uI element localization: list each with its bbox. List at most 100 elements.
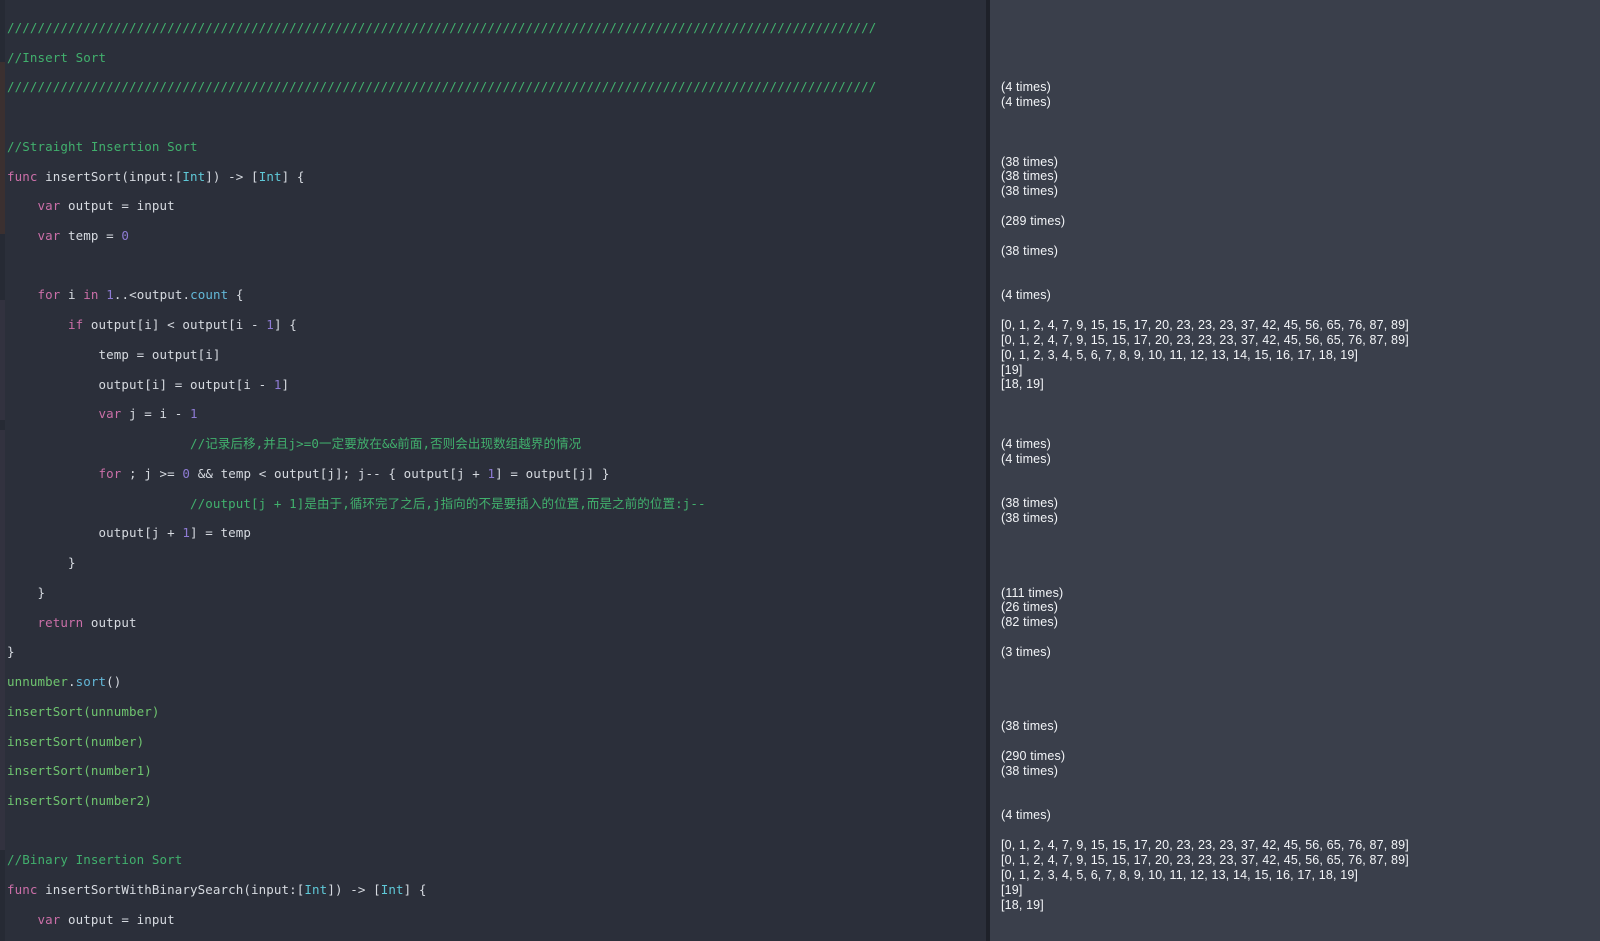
result-row[interactable]: (4 times) [1001, 95, 1409, 110]
result-row[interactable]: (38 times) [1001, 496, 1409, 511]
result-row[interactable]: (26 times) [1001, 600, 1409, 615]
result-value: (82 times) [1001, 615, 1059, 630]
result-row-empty [1001, 36, 1409, 51]
result-row[interactable]: [18, 19] [1001, 898, 1409, 913]
result-row[interactable]: (82 times) [1001, 615, 1409, 630]
result-row-empty [1001, 303, 1409, 318]
code-line: func insertSortWithBinarySearch(input:[I… [7, 882, 427, 898]
result-row[interactable]: [0, 1, 2, 3, 4, 5, 6, 7, 8, 9, 10, 11, 1… [1001, 868, 1409, 883]
result-row-empty [1001, 690, 1409, 705]
result-row[interactable]: (38 times) [1001, 244, 1409, 259]
source-code-editor[interactable]: ////////////////////////////////////////… [0, 0, 986, 941]
result-value: (4 times) [1001, 288, 1051, 303]
result-value: (38 times) [1001, 243, 1059, 258]
result-row-empty [1001, 273, 1409, 288]
result-value: (38 times) [1001, 496, 1059, 511]
result-row-empty [1001, 422, 1409, 437]
result-value: [0, 1, 2, 4, 7, 9, 15, 15, 17, 20, 23, 2… [1001, 332, 1409, 347]
result-value: (4 times) [1001, 95, 1051, 110]
editor-gutter[interactable] [0, 0, 5, 941]
result-row[interactable]: (3 times) [1001, 645, 1409, 660]
line-comment: ////////////////////////////////////////… [7, 79, 877, 95]
code-line: if output[i] < output[i - 1] { [68, 317, 297, 333]
result-row-empty [1001, 526, 1409, 541]
result-row[interactable]: (4 times) [1001, 437, 1409, 452]
playground-results-sidebar[interactable]: (4 times) (4 times) (38 times) (38 times)(… [990, 0, 1600, 941]
line-comment: //Insert Sort [7, 49, 107, 65]
result-row[interactable]: (289 times) [1001, 214, 1409, 229]
result-value: (4 times) [1001, 80, 1051, 95]
result-row-empty [1001, 779, 1409, 794]
result-row-empty [1001, 199, 1409, 214]
result-row[interactable]: [19] [1001, 363, 1409, 378]
code-line: for ; j >= 0 && temp < output[j]; j-- { … [98, 465, 610, 481]
result-value: [0, 1, 2, 4, 7, 9, 15, 15, 17, 20, 23, 2… [1001, 838, 1409, 853]
result-row[interactable]: (4 times) [1001, 452, 1409, 467]
result-row[interactable]: [0, 1, 2, 3, 4, 5, 6, 7, 8, 9, 10, 11, 1… [1001, 348, 1409, 363]
result-row-empty [1001, 541, 1409, 556]
result-row[interactable]: (38 times) [1001, 719, 1409, 734]
result-row[interactable]: (38 times) [1001, 184, 1409, 199]
result-row[interactable]: [0, 1, 2, 4, 7, 9, 15, 15, 17, 20, 23, 2… [1001, 838, 1409, 853]
result-value: (3 times) [1001, 644, 1051, 659]
result-row[interactable]: (290 times) [1001, 749, 1409, 764]
result-value: (289 times) [1001, 214, 1066, 229]
code-text[interactable]: ////////////////////////////////////////… [7, 6, 876, 941]
result-row-empty [1001, 6, 1409, 21]
result-row[interactable]: [19] [1001, 883, 1409, 898]
result-row-empty [1001, 110, 1409, 125]
result-value: [19] [1001, 362, 1023, 377]
result-value: [0, 1, 2, 4, 7, 9, 15, 15, 17, 20, 23, 2… [1001, 318, 1409, 333]
code-line: output[j + 1] = temp [7, 525, 252, 541]
result-row[interactable]: (38 times) [1001, 511, 1409, 526]
result-row-empty [1001, 571, 1409, 586]
result-row-empty [1001, 51, 1409, 66]
line-comment: //Straight Insertion Sort [7, 138, 198, 154]
result-row-empty [1001, 140, 1409, 155]
result-row[interactable]: [0, 1, 2, 4, 7, 9, 15, 15, 17, 20, 23, 2… [1001, 853, 1409, 868]
result-row[interactable]: (4 times) [1001, 808, 1409, 823]
result-value: (4 times) [1001, 808, 1051, 823]
code-line: insertSort(number1) [7, 763, 152, 779]
result-row[interactable]: (38 times) [1001, 155, 1409, 170]
code-line: ////////////////////////////////////////… [7, 20, 876, 36]
result-row-empty [1001, 407, 1409, 422]
result-row-empty [1001, 675, 1409, 690]
result-row[interactable]: (111 times) [1001, 586, 1409, 601]
code-line: insertSort(number) [7, 733, 145, 749]
code-line: unnumber.sort() [7, 674, 122, 690]
result-row[interactable]: (4 times) [1001, 80, 1409, 95]
line-comment: //Binary Insertion Sort [7, 852, 183, 868]
code-line: //记录后移,并且j>=0一定要放在&&前面,否则会出现数组越界的情况 [7, 436, 876, 452]
playground-window: ////////////////////////////////////////… [0, 0, 1600, 941]
result-value: (38 times) [1001, 719, 1059, 734]
result-value: [0, 1, 2, 4, 7, 9, 15, 15, 17, 20, 23, 2… [1001, 852, 1409, 867]
result-row[interactable]: [18, 19] [1001, 377, 1409, 392]
code-line: insertSort(number2) [7, 792, 152, 808]
code-line: insertSort(unnumber) [7, 703, 160, 719]
result-row-empty [1001, 229, 1409, 244]
result-row[interactable]: [0, 1, 2, 4, 7, 9, 15, 15, 17, 20, 23, 2… [1001, 333, 1409, 348]
code-line: func insertSort(input:[Int]) -> [Int] { [7, 168, 305, 184]
result-row-empty [1001, 467, 1409, 482]
code-line: //Insert Sort [7, 49, 876, 66]
result-row[interactable]: (4 times) [1001, 288, 1409, 303]
code-line: //Binary Insertion Sort [7, 853, 876, 868]
result-row[interactable]: (38 times) [1001, 169, 1409, 184]
gutter-execution-marker-middle [0, 300, 5, 420]
result-row-empty [1001, 125, 1409, 140]
result-value: (111 times) [1001, 585, 1064, 600]
result-value: (290 times) [1001, 748, 1066, 763]
code-line: temp = output[i] [7, 346, 221, 362]
result-row[interactable]: (38 times) [1001, 764, 1409, 779]
result-row-empty [1001, 556, 1409, 571]
result-row[interactable]: [0, 1, 2, 4, 7, 9, 15, 15, 17, 20, 23, 2… [1001, 318, 1409, 333]
code-line: var output = input [37, 911, 175, 927]
code-line: for i in 1..<output.count { [37, 287, 244, 303]
code-line: var j = i - 1 [98, 406, 198, 422]
gutter-execution-marker-top [0, 62, 5, 234]
result-row-empty [1001, 630, 1409, 645]
result-row-empty [1001, 660, 1409, 675]
